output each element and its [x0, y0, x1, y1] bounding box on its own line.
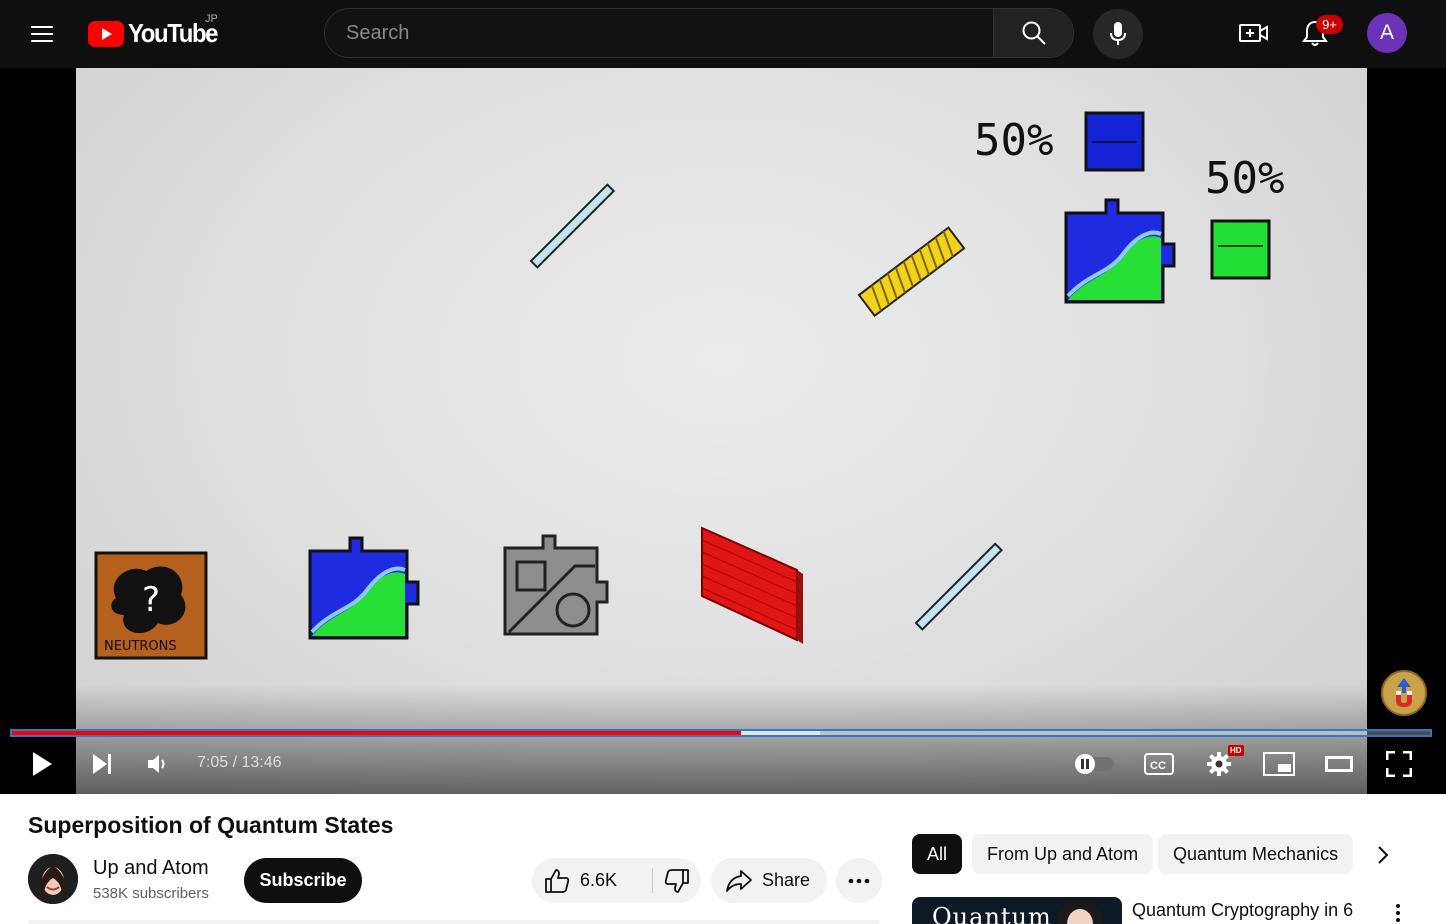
youtube-logo-icon	[88, 20, 124, 47]
like-dislike-group: 6.6K	[532, 858, 701, 903]
fullscreen-button[interactable]	[1379, 744, 1419, 784]
search-button[interactable]	[993, 9, 1073, 57]
hd-badge: HD	[1228, 745, 1244, 756]
region-label: JP	[205, 13, 218, 25]
channel-avatar-image	[28, 854, 78, 904]
search-icon	[1022, 21, 1046, 45]
ruler-yellow	[857, 226, 966, 318]
video-illustration: 50% 50% ? NEUTRONS	[94, 111, 1284, 660]
share-button[interactable]: Share	[711, 858, 827, 903]
recommendation-title[interactable]: Quantum Cryptography in 6	[1132, 900, 1353, 921]
video-player[interactable]: 50% 50% ? NEUTRONS 7:05 / 13:46 CC HD	[0, 68, 1446, 794]
share-label: Share	[762, 870, 811, 890]
share-icon	[726, 869, 752, 892]
chip-from-channel[interactable]: From Up and Atom	[972, 834, 1154, 874]
mute-button[interactable]	[138, 744, 178, 784]
play-icon	[33, 752, 52, 776]
channel-watermark[interactable]	[1381, 670, 1427, 716]
create-button[interactable]	[1232, 13, 1276, 53]
duration: 13:46	[241, 754, 282, 771]
volume-icon	[148, 755, 165, 773]
progress-played	[12, 731, 741, 735]
time-separator: /	[232, 754, 238, 771]
theater-button[interactable]	[1319, 744, 1359, 784]
account-avatar[interactable]: A	[1367, 13, 1407, 53]
chip-all[interactable]: All	[912, 834, 963, 874]
play-button[interactable]	[22, 744, 62, 784]
channel-name[interactable]: Up and Atom	[93, 857, 209, 880]
green-square	[1210, 219, 1271, 280]
search-input[interactable]	[325, 9, 995, 57]
gray-detector	[503, 534, 609, 636]
more-icon	[848, 878, 870, 883]
percent-label-right: 50%	[1205, 153, 1284, 204]
like-count: 6.6K	[580, 870, 618, 890]
search-box	[324, 8, 1074, 58]
splitter-top	[1064, 198, 1176, 304]
next-icon	[93, 754, 111, 774]
voice-search-button[interactable]	[1093, 9, 1143, 59]
menu-icon[interactable]	[22, 14, 62, 54]
description-box-edge	[28, 920, 880, 924]
mic-icon	[1110, 22, 1126, 45]
svg-text:?: ?	[142, 580, 160, 620]
logo-text: YouTube	[128, 18, 218, 48]
miniplayer-button[interactable]	[1259, 744, 1299, 784]
percent-label-top: 50%	[974, 115, 1053, 166]
theater-icon	[1325, 756, 1353, 772]
video-frame[interactable]: 50% 50% ? NEUTRONS	[76, 68, 1367, 794]
kebab-icon[interactable]	[1386, 898, 1410, 924]
like-icon	[545, 868, 570, 893]
cc-icon: CC	[1144, 753, 1174, 775]
notification-badge: 9+	[1316, 15, 1343, 34]
masthead: YouTube JP 9+ A	[0, 0, 1446, 68]
autoplay-toggle-icon	[1075, 754, 1114, 774]
create-video-icon	[1239, 24, 1268, 42]
subscribe-button[interactable]: Subscribe	[244, 858, 362, 903]
miniplayer-icon	[1263, 752, 1295, 776]
chip-quantum-mechanics[interactable]: Quantum Mechanics	[1158, 834, 1354, 874]
polarizer-blue-top	[529, 183, 616, 269]
time-display: 7:05 / 13:46	[197, 754, 282, 772]
captions-button[interactable]: CC	[1139, 744, 1179, 784]
neutrons-box: ? NEUTRONS	[94, 551, 208, 660]
notifications-button[interactable]: 9+	[1293, 12, 1343, 54]
red-wall	[701, 526, 803, 644]
svg-text:CC: CC	[1150, 760, 1166, 772]
recommendation-thumbnail[interactable]: Quantum	[912, 897, 1122, 924]
chevron-right-icon	[1378, 846, 1389, 864]
splitter-bottom	[308, 536, 420, 640]
dislike-button[interactable]	[653, 858, 701, 903]
more-actions-button[interactable]	[836, 858, 882, 903]
progress-bar[interactable]	[10, 729, 1432, 737]
like-button[interactable]: 6.6K	[532, 858, 652, 903]
dislike-icon	[664, 868, 689, 893]
video-title: Superposition of Quantum States	[28, 812, 394, 838]
chips-next-button[interactable]	[1364, 836, 1402, 874]
next-button[interactable]	[82, 744, 122, 784]
subscriber-count: 538K subscribers	[93, 885, 209, 902]
current-time: 7:05	[197, 754, 229, 771]
channel-avatar[interactable]	[28, 854, 78, 904]
thumbnail-text: Quantum	[932, 903, 1052, 924]
polarizer-blue-bottom	[914, 542, 1003, 631]
fullscreen-icon	[1386, 751, 1412, 777]
svg-text:NEUTRONS: NEUTRONS	[104, 639, 177, 654]
atom-magnet-icon	[1396, 678, 1412, 707]
autoplay-toggle[interactable]	[1072, 744, 1118, 784]
